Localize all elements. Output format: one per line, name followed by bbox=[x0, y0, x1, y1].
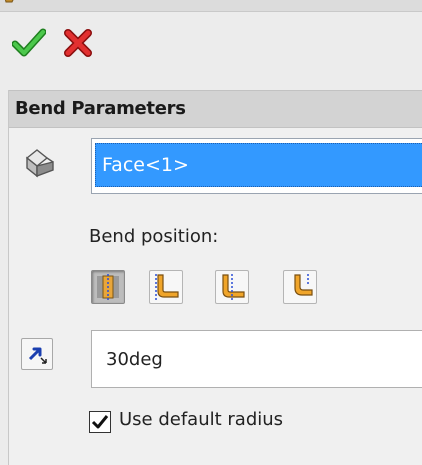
action-row bbox=[0, 12, 422, 90]
bend-centerline-icon bbox=[97, 274, 119, 300]
face-list-item-label: Face<1> bbox=[102, 154, 189, 176]
face-list-item[interactable]: Face<1> bbox=[95, 143, 422, 187]
reverse-direction-icon bbox=[28, 347, 47, 364]
material-inside-button[interactable] bbox=[149, 270, 183, 304]
material-outside-button[interactable] bbox=[215, 270, 249, 304]
bend-outside-button[interactable] bbox=[283, 270, 317, 304]
bend-angle-input[interactable] bbox=[91, 330, 422, 388]
close-icon bbox=[64, 29, 92, 57]
group-title: Bend Parameters bbox=[15, 98, 186, 119]
bend-centerline-button[interactable] bbox=[91, 270, 125, 304]
bend-parameters-group: Bend Parameters Face<1> Bend position: 3… bbox=[8, 90, 422, 465]
bend-outside-icon bbox=[294, 274, 313, 296]
ok-button[interactable] bbox=[11, 26, 47, 60]
bend-position-label: Bend position: bbox=[89, 226, 219, 247]
face-select-icon bbox=[25, 149, 54, 178]
use-default-radius-checkbox[interactable] bbox=[89, 411, 111, 433]
check-icon bbox=[11, 28, 47, 57]
face-selection-list[interactable]: Face<1> bbox=[91, 138, 422, 194]
group-header[interactable]: Bend Parameters bbox=[9, 90, 422, 128]
use-default-radius-label: Use default radius bbox=[119, 409, 284, 430]
cancel-button[interactable] bbox=[62, 26, 94, 60]
top-strip bbox=[0, 0, 422, 12]
feature-icon bbox=[4, 0, 14, 3]
material-inside-icon bbox=[155, 274, 179, 300]
reverse-direction-button[interactable] bbox=[21, 338, 53, 370]
material-outside-icon bbox=[222, 274, 245, 300]
checkmark-icon bbox=[91, 415, 109, 429]
